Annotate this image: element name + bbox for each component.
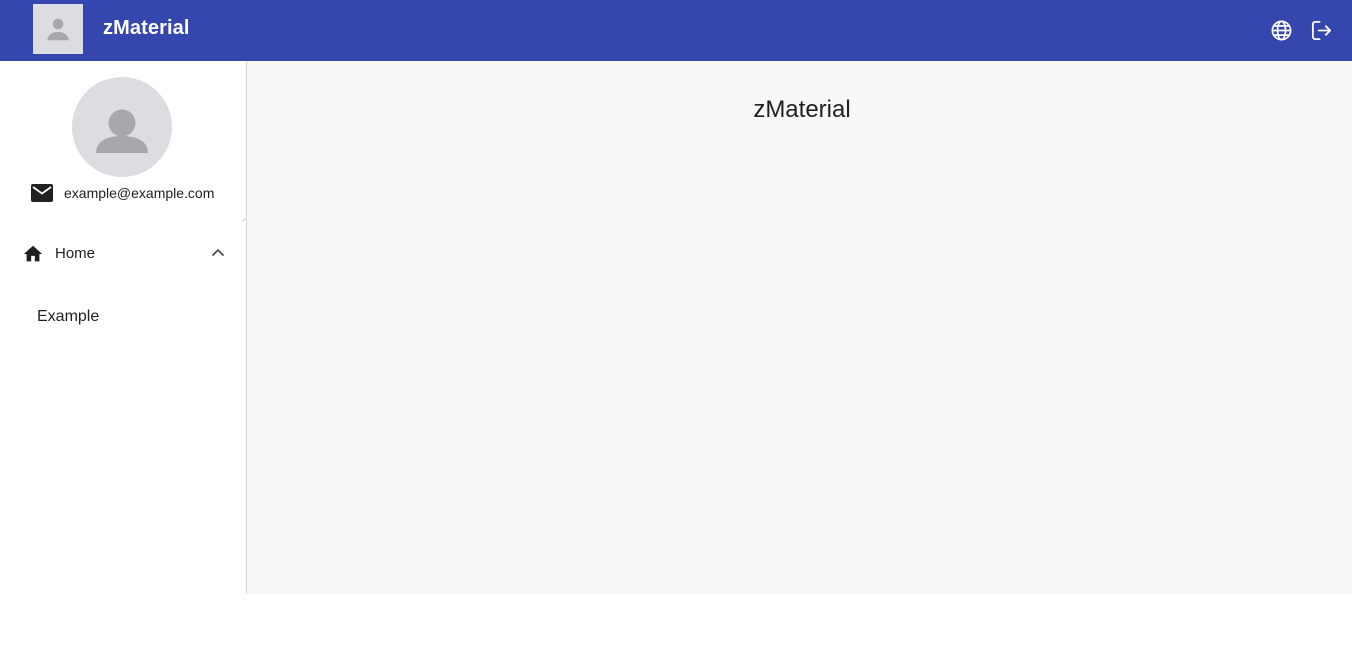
logout-icon xyxy=(1311,20,1331,40)
user-email: example@example.com xyxy=(64,185,215,201)
logout-button[interactable] xyxy=(1309,18,1333,42)
globe-icon xyxy=(1271,20,1291,40)
app-logo-avatar[interactable] xyxy=(33,4,83,54)
user-avatar[interactable] xyxy=(72,77,172,177)
main-content: zMaterial xyxy=(247,61,1352,594)
sidebar-item-label: Home xyxy=(55,245,96,262)
chevron-up-icon[interactable] xyxy=(208,243,228,263)
sidebar-item-example[interactable]: Example xyxy=(37,308,99,326)
user-email-row: example@example.com xyxy=(31,184,214,202)
sidebar-item-home[interactable]: Home xyxy=(0,233,246,275)
app-title: zMaterial xyxy=(103,17,190,39)
language-button[interactable] xyxy=(1269,18,1293,42)
top-app-bar: zMaterial xyxy=(0,0,1352,61)
person-icon xyxy=(47,18,69,41)
mail-icon xyxy=(31,184,53,202)
home-icon xyxy=(23,245,43,262)
sidebar: example@example.com Home Example xyxy=(0,61,248,594)
person-icon xyxy=(96,109,148,153)
page-title: zMaterial xyxy=(753,96,851,123)
